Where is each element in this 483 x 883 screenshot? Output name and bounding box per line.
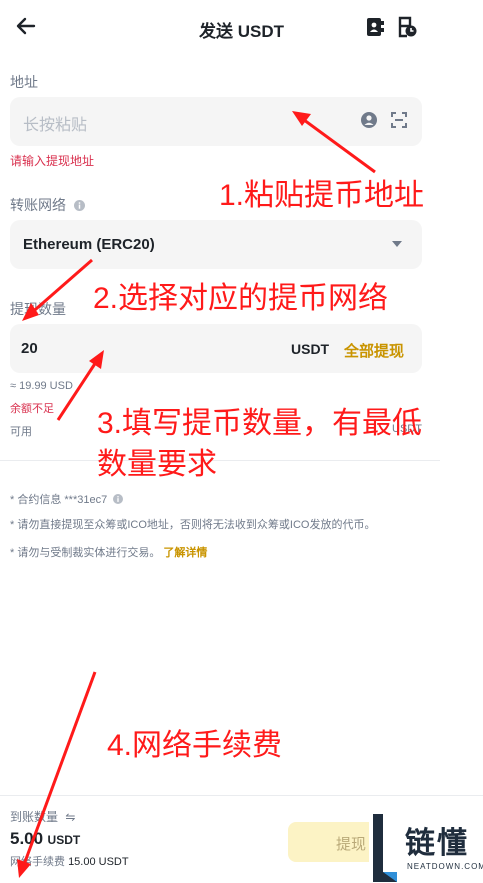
annotation-step1: 1.粘贴提币地址: [219, 179, 425, 212]
address-error: 请输入提现地址: [10, 154, 95, 168]
network-label: 转账网络: [10, 195, 85, 215]
header-bar: 发送 USDT: [0, 0, 483, 56]
network-fee: 网络手续费 15.00 USDT: [10, 853, 129, 869]
brand-logo-icon: [373, 814, 397, 882]
address-field[interactable]: 长按粘贴: [10, 97, 422, 146]
received-amount: 5.00 USDT: [10, 829, 80, 849]
amount-field[interactable]: 20 USDT 全部提现: [10, 324, 422, 373]
contact-icon[interactable]: [360, 111, 378, 129]
withdraw-button-label: 提现: [336, 836, 367, 853]
sanction-warning: * 请勿与受制裁实体进行交易。 了解详情: [10, 544, 207, 560]
received-value: 5.00: [10, 829, 44, 848]
scan-icon[interactable]: [390, 111, 408, 129]
sanction-warning-text: * 请勿与受制裁实体进行交易。: [10, 547, 161, 559]
fee-value: 15.00 USDT: [68, 856, 129, 868]
divider: [0, 460, 440, 461]
received-label-text: 到账数量: [10, 810, 59, 824]
annotation-step3-line2: 数量要求: [97, 448, 217, 481]
fee-label: 网络手续费: [10, 856, 65, 868]
amount-approx: ≈ 19.99 USD: [10, 380, 73, 392]
swap-icon[interactable]: ⇋: [65, 810, 75, 824]
watermark: 链懂 NEATDOWN.COM: [369, 812, 483, 883]
address-book-icon[interactable]: [364, 15, 386, 39]
amount-unit: USDT: [291, 341, 330, 357]
received-unit: USDT: [47, 833, 81, 847]
contract-info-text: * 合约信息 ***31ec7: [10, 494, 108, 506]
ico-warning: * 请勿直接提现至众筹或ICO地址，否则将无法收到众筹或ICO发放的代币。: [10, 519, 376, 531]
insufficient-balance: 余额不足: [10, 403, 54, 415]
contract-info: * 合约信息 ***31ec7: [10, 491, 124, 507]
network-value: Ethereum (ERC20): [23, 236, 155, 253]
watermark-brand: 链懂: [405, 827, 469, 860]
address-label: 地址: [10, 74, 38, 90]
annotation-step4: 4.网络手续费: [107, 729, 283, 762]
amount-input[interactable]: 20: [21, 340, 38, 357]
network-select[interactable]: Ethereum (ERC20): [10, 220, 422, 269]
footer-divider: [0, 795, 483, 796]
received-label: 到账数量 ⇋: [10, 808, 75, 825]
chevron-down-icon: [392, 241, 402, 247]
watermark-domain: NEATDOWN.COM: [407, 862, 483, 871]
info-icon[interactable]: [113, 494, 124, 504]
history-record-icon[interactable]: [395, 15, 419, 39]
network-label-text: 转账网络: [10, 197, 66, 213]
available-label: 可用: [10, 426, 32, 438]
annotation-step2: 2.选择对应的提币网络: [93, 282, 389, 315]
annotation-step3-line1: 3.填写提币数量，有最低: [97, 407, 423, 440]
info-icon[interactable]: [73, 200, 85, 211]
address-input[interactable]: 长按粘贴: [23, 111, 87, 135]
withdraw-all-button[interactable]: 全部提现: [344, 340, 404, 361]
amount-label: 提现数量: [10, 301, 66, 317]
learn-more-link[interactable]: 了解详情: [163, 547, 207, 559]
